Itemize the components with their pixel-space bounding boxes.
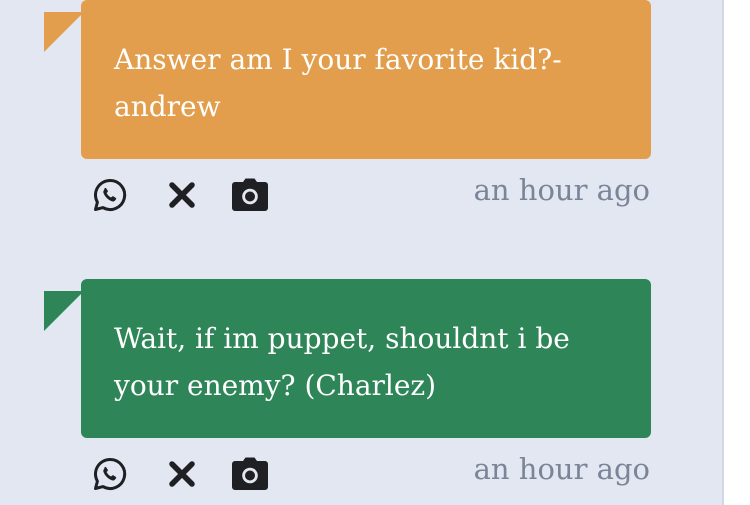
dismiss-button[interactable] (162, 175, 202, 215)
whatsapp-icon (94, 457, 127, 490)
close-icon (169, 182, 195, 208)
camera-icon (232, 457, 268, 490)
whatsapp-share-button[interactable] (90, 454, 130, 494)
camera-button[interactable] (230, 454, 270, 494)
camera-icon (232, 178, 268, 211)
message-bubble: Wait, if im puppet, shouldnt i be your e… (81, 279, 651, 438)
dismiss-button[interactable] (162, 454, 202, 494)
whatsapp-icon (94, 178, 127, 211)
close-icon (169, 461, 195, 487)
messages-panel: Answer am I your favorite kid?- andrew a… (0, 0, 724, 505)
whatsapp-share-button[interactable] (90, 175, 130, 215)
message-text: Answer am I your favorite kid?- andrew (114, 43, 562, 123)
message-actions: an hour ago (90, 452, 650, 494)
camera-button[interactable] (230, 175, 270, 215)
bubble-tail (44, 12, 84, 52)
bubble-tail (44, 291, 84, 331)
message-actions: an hour ago (90, 173, 650, 215)
timestamp: an hour ago (473, 173, 650, 207)
message-text: Wait, if im puppet, shouldnt i be your e… (114, 322, 570, 402)
message-bubble: Answer am I your favorite kid?- andrew (81, 0, 651, 159)
timestamp: an hour ago (473, 452, 650, 486)
